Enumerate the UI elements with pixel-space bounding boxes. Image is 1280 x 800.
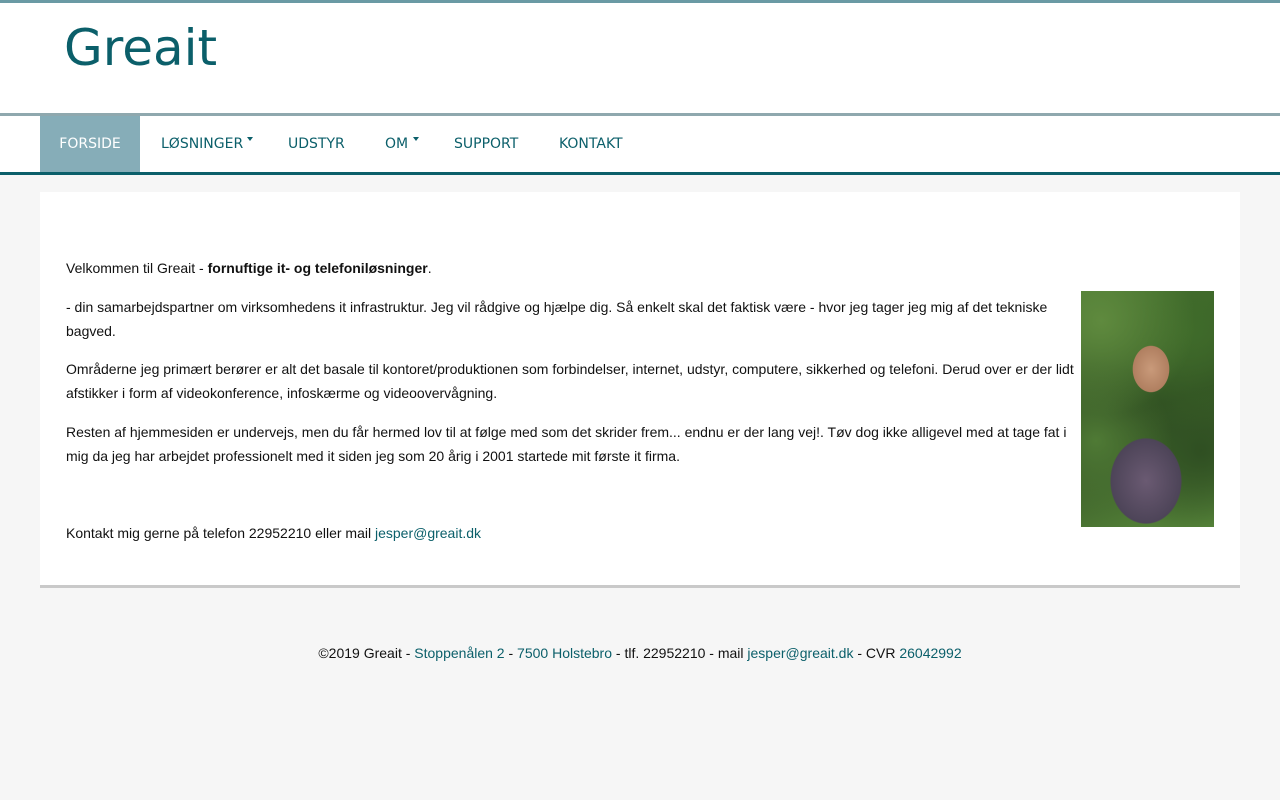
contact-text: Kontakt mig gerne på telefon 22952210 el…	[66, 521, 1076, 545]
intro-prefix: Velkommen til Greait -	[66, 260, 208, 276]
paragraph-partner: - din samarbejdspartner om virksomhedens…	[66, 299, 1048, 339]
main-nav: FORSIDE LØSNINGER UDSTYR OM SUPPORT KONT…	[0, 116, 1280, 172]
nav-item-kontakt[interactable]: KONTAKT	[559, 116, 623, 172]
nav-item-label: OM	[385, 136, 409, 152]
nav-item-loesninger[interactable]: LØSNINGER	[161, 116, 253, 172]
nav-item-forside[interactable]: FORSIDE	[40, 116, 140, 172]
intro-bold: fornuftige it- og telefoniløsninger	[207, 260, 428, 276]
nav-bottom-border	[0, 172, 1280, 175]
paragraph-areas: Områderne jeg primært berører er alt det…	[66, 361, 1074, 401]
footer-separator: -	[504, 645, 518, 661]
footer-email-link[interactable]: jesper@greait.dk	[747, 645, 853, 661]
footer-cvr-link[interactable]: 26042992	[899, 645, 961, 661]
site-header: Greait	[0, 3, 1280, 113]
footer-city-link[interactable]: 7500 Holstebro	[517, 645, 612, 661]
footer-phone: - tlf. 22952210 - mail	[612, 645, 748, 661]
paragraph-progress: Resten af hjemmesiden er undervejs, men …	[66, 424, 1067, 464]
intro-suffix: .	[427, 260, 432, 276]
footer-cvr-label: - CVR	[853, 645, 900, 661]
nav-item-support[interactable]: SUPPORT	[454, 116, 518, 172]
nav-item-om[interactable]: OM	[385, 116, 419, 172]
intro-text: Velkommen til Greait - fornuftige it- og…	[66, 256, 1076, 280]
nav-item-label: LØSNINGER	[161, 136, 244, 152]
site-logo[interactable]: Greait	[64, 23, 217, 73]
contact-email-link[interactable]: jesper@greait.dk	[375, 525, 481, 541]
chevron-down-icon	[247, 137, 253, 141]
portrait-photo	[1081, 291, 1214, 527]
contact-prefix: Kontakt mig gerne på telefon 22952210 el…	[66, 525, 375, 541]
site-footer: ©2019 Greait - Stoppenålen 2 - 7500 Hols…	[0, 643, 1280, 663]
main-content: Velkommen til Greait - fornuftige it- og…	[40, 192, 1240, 588]
nav-item-udstyr[interactable]: UDSTYR	[288, 116, 345, 172]
footer-copyright: ©2019 Greait -	[318, 645, 415, 661]
footer-street-link[interactable]: Stoppenålen 2	[414, 645, 504, 661]
chevron-down-icon	[413, 137, 419, 141]
